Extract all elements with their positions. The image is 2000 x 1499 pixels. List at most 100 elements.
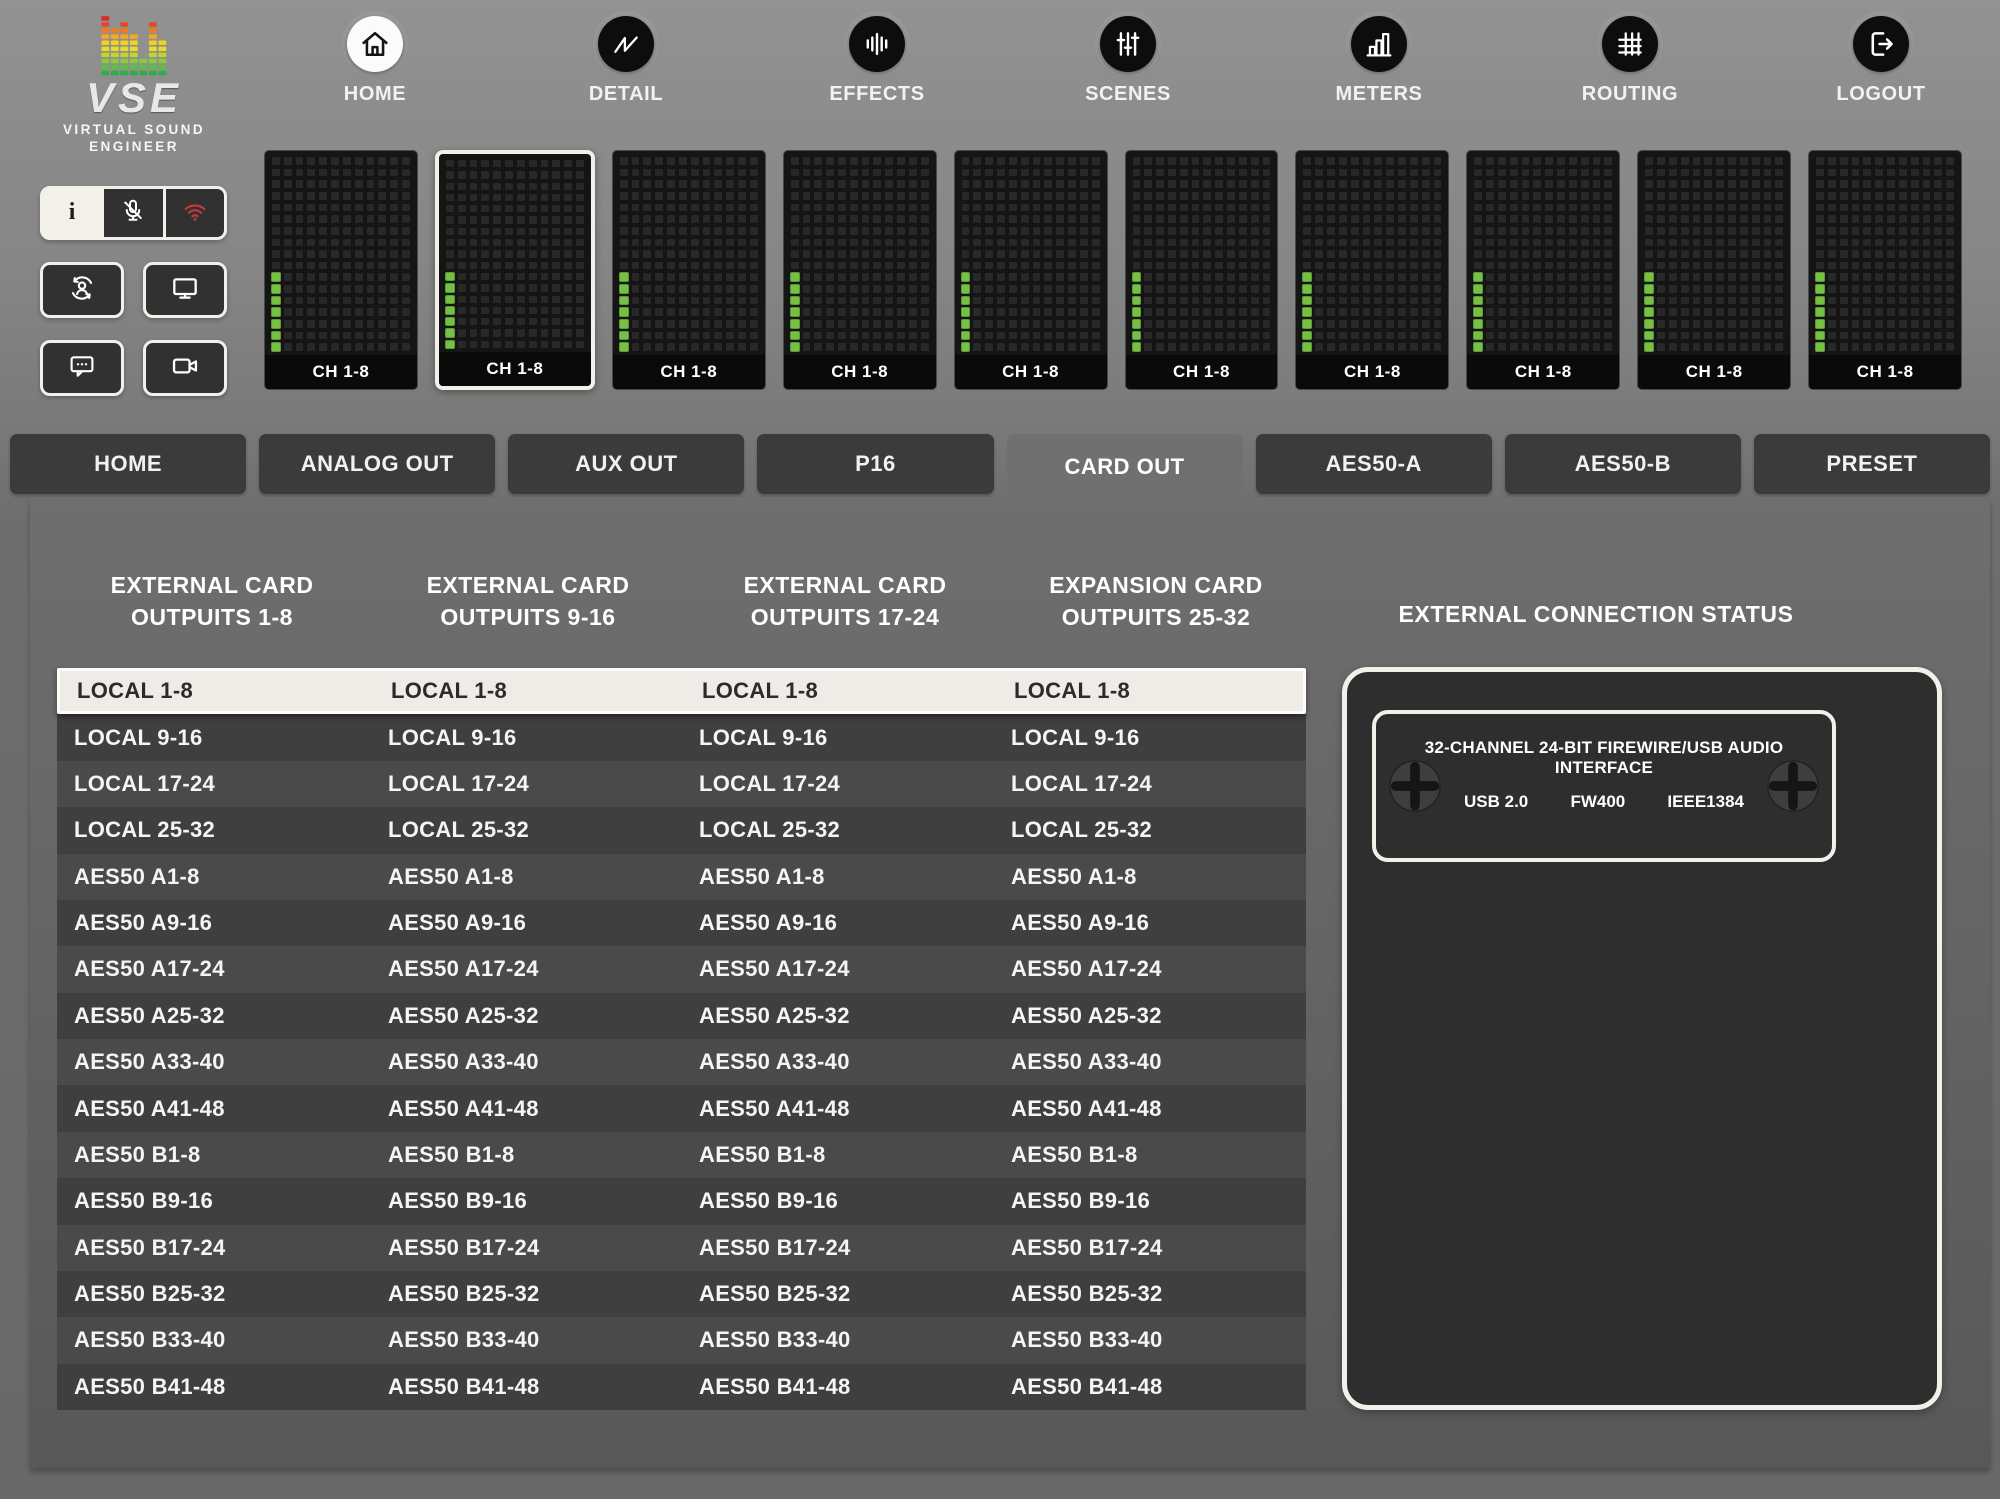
routing-row[interactable]: AES50 A41-48AES50 A41-48AES50 A41-48AES5… — [57, 1085, 1306, 1131]
channel-meter[interactable]: CH 1-8 — [1125, 150, 1279, 390]
routing-cell[interactable]: LOCAL 25-32 — [994, 817, 1306, 843]
routing-row[interactable]: LOCAL 17-24LOCAL 17-24LOCAL 17-24LOCAL 1… — [57, 761, 1306, 807]
routing-cell[interactable]: AES50 A25-32 — [682, 1003, 994, 1029]
routing-cell[interactable]: AES50 B9-16 — [57, 1188, 371, 1214]
routing-row[interactable]: AES50 B9-16AES50 B9-16AES50 B9-16AES50 B… — [57, 1178, 1306, 1224]
routing-cell[interactable]: LOCAL 17-24 — [682, 771, 994, 797]
routing-cell[interactable]: LOCAL 1-8 — [60, 678, 374, 704]
routing-cell[interactable]: AES50 B1-8 — [994, 1142, 1306, 1168]
routing-cell[interactable]: AES50 A25-32 — [57, 1003, 371, 1029]
routing-cell[interactable]: AES50 A17-24 — [57, 956, 371, 982]
routing-row-selected[interactable]: LOCAL 1-8LOCAL 1-8LOCAL 1-8LOCAL 1-8 — [57, 668, 1306, 714]
nav-item-detail[interactable]: DETAIL — [551, 16, 701, 106]
tab-card-out[interactable]: CARD OUT — [1007, 434, 1243, 500]
routing-row[interactable]: AES50 B17-24AES50 B17-24AES50 B17-24AES5… — [57, 1225, 1306, 1271]
routing-cell[interactable]: AES50 B25-32 — [57, 1281, 371, 1307]
tab-aux-out[interactable]: AUX OUT — [508, 434, 744, 494]
chat-button[interactable] — [40, 340, 124, 396]
channel-meter[interactable]: CH 1-8 — [612, 150, 766, 390]
routing-cell[interactable]: AES50 B9-16 — [682, 1188, 994, 1214]
routing-cell[interactable]: AES50 B1-8 — [682, 1142, 994, 1168]
tab-aes50-b[interactable]: AES50-B — [1505, 434, 1741, 494]
channel-meter[interactable]: CH 1-8 — [1295, 150, 1449, 390]
nav-item-home[interactable]: HOME — [300, 16, 450, 106]
routing-row[interactable]: AES50 A25-32AES50 A25-32AES50 A25-32AES5… — [57, 993, 1306, 1039]
nav-item-scenes[interactable]: SCENES — [1053, 16, 1203, 106]
routing-cell[interactable]: LOCAL 9-16 — [57, 725, 371, 751]
routing-cell[interactable]: AES50 B25-32 — [682, 1281, 994, 1307]
routing-cell[interactable]: LOCAL 9-16 — [682, 725, 994, 751]
routing-cell[interactable]: AES50 B25-32 — [994, 1281, 1306, 1307]
tab-analog-out[interactable]: ANALOG OUT — [259, 434, 495, 494]
routing-cell[interactable]: AES50 A9-16 — [371, 910, 682, 936]
routing-cell[interactable]: AES50 B17-24 — [371, 1235, 682, 1261]
channel-meter[interactable]: CH 1-8 — [264, 150, 418, 390]
user-switch-button[interactable] — [40, 262, 124, 318]
routing-cell[interactable]: LOCAL 1-8 — [997, 678, 1303, 704]
video-call-button[interactable] — [143, 340, 227, 396]
routing-cell[interactable]: AES50 A33-40 — [371, 1049, 682, 1075]
tab-preset[interactable]: PRESET — [1754, 434, 1990, 494]
routing-row[interactable]: LOCAL 9-16LOCAL 9-16LOCAL 9-16LOCAL 9-16 — [57, 714, 1306, 760]
routing-cell[interactable]: AES50 B9-16 — [371, 1188, 682, 1214]
routing-cell[interactable]: AES50 A1-8 — [994, 864, 1306, 890]
routing-row[interactable]: AES50 A17-24AES50 A17-24AES50 A17-24AES5… — [57, 946, 1306, 992]
routing-cell[interactable]: AES50 A33-40 — [57, 1049, 371, 1075]
routing-cell[interactable]: LOCAL 25-32 — [57, 817, 371, 843]
nav-item-routing[interactable]: ROUTING — [1555, 16, 1705, 106]
tab-p16[interactable]: P16 — [757, 434, 993, 494]
channel-meter[interactable]: CH 1-8 — [1808, 150, 1962, 390]
mic-mute-button[interactable] — [101, 189, 162, 237]
routing-cell[interactable]: AES50 A9-16 — [994, 910, 1306, 936]
routing-cell[interactable]: LOCAL 17-24 — [994, 771, 1306, 797]
routing-cell[interactable]: LOCAL 17-24 — [57, 771, 371, 797]
routing-cell[interactable]: LOCAL 9-16 — [371, 725, 682, 751]
routing-cell[interactable]: AES50 A17-24 — [994, 956, 1306, 982]
nav-item-meters[interactable]: METERS — [1304, 16, 1454, 106]
routing-cell[interactable]: AES50 A17-24 — [371, 956, 682, 982]
routing-cell[interactable]: AES50 A25-32 — [371, 1003, 682, 1029]
routing-row[interactable]: AES50 B1-8AES50 B1-8AES50 B1-8AES50 B1-8 — [57, 1132, 1306, 1178]
channel-meter[interactable]: CH 1-8 — [435, 150, 595, 390]
display-button[interactable] — [143, 262, 227, 318]
nav-item-effects[interactable]: EFFECTS — [802, 16, 952, 106]
routing-cell[interactable]: LOCAL 1-8 — [685, 678, 997, 704]
routing-cell[interactable]: AES50 A1-8 — [57, 864, 371, 890]
routing-cell[interactable]: AES50 B41-48 — [682, 1374, 994, 1400]
routing-cell[interactable]: AES50 B41-48 — [994, 1374, 1306, 1400]
routing-cell[interactable]: LOCAL 25-32 — [682, 817, 994, 843]
routing-row[interactable]: AES50 B41-48AES50 B41-48AES50 B41-48AES5… — [57, 1364, 1306, 1410]
wifi-button[interactable] — [163, 189, 224, 237]
routing-row[interactable]: AES50 B33-40AES50 B33-40AES50 B33-40AES5… — [57, 1317, 1306, 1363]
channel-meter[interactable]: CH 1-8 — [954, 150, 1108, 390]
routing-cell[interactable]: AES50 A9-16 — [682, 910, 994, 936]
channel-meter[interactable]: CH 1-8 — [783, 150, 937, 390]
routing-row[interactable]: AES50 B25-32AES50 B25-32AES50 B25-32AES5… — [57, 1271, 1306, 1317]
routing-cell[interactable]: AES50 B33-40 — [57, 1327, 371, 1353]
routing-cell[interactable]: AES50 A1-8 — [682, 864, 994, 890]
routing-cell[interactable]: AES50 B17-24 — [994, 1235, 1306, 1261]
routing-row[interactable]: AES50 A33-40AES50 A33-40AES50 A33-40AES5… — [57, 1039, 1306, 1085]
routing-row[interactable]: AES50 A9-16AES50 A9-16AES50 A9-16AES50 A… — [57, 900, 1306, 946]
routing-cell[interactable]: AES50 B17-24 — [682, 1235, 994, 1261]
routing-cell[interactable]: AES50 B1-8 — [57, 1142, 371, 1168]
routing-cell[interactable]: AES50 B33-40 — [371, 1327, 682, 1353]
routing-cell[interactable]: AES50 B33-40 — [994, 1327, 1306, 1353]
tab-home[interactable]: HOME — [10, 434, 246, 494]
nav-item-logout[interactable]: LOGOUT — [1806, 16, 1956, 106]
routing-cell[interactable]: AES50 A41-48 — [994, 1096, 1306, 1122]
routing-cell[interactable]: AES50 B17-24 — [57, 1235, 371, 1261]
routing-cell[interactable]: AES50 A33-40 — [682, 1049, 994, 1075]
routing-cell[interactable]: AES50 A41-48 — [57, 1096, 371, 1122]
routing-cell[interactable]: AES50 B25-32 — [371, 1281, 682, 1307]
routing-cell[interactable]: LOCAL 1-8 — [374, 678, 685, 704]
channel-meter[interactable]: CH 1-8 — [1637, 150, 1791, 390]
routing-row[interactable]: LOCAL 25-32LOCAL 25-32LOCAL 25-32LOCAL 2… — [57, 807, 1306, 853]
routing-cell[interactable]: LOCAL 9-16 — [994, 725, 1306, 751]
routing-cell[interactable]: AES50 A25-32 — [994, 1003, 1306, 1029]
routing-cell[interactable]: AES50 B41-48 — [57, 1374, 371, 1400]
routing-cell[interactable]: AES50 A17-24 — [682, 956, 994, 982]
tab-aes50-a[interactable]: AES50-A — [1256, 434, 1492, 494]
routing-cell[interactable]: AES50 B41-48 — [371, 1374, 682, 1400]
routing-cell[interactable]: AES50 B33-40 — [682, 1327, 994, 1353]
